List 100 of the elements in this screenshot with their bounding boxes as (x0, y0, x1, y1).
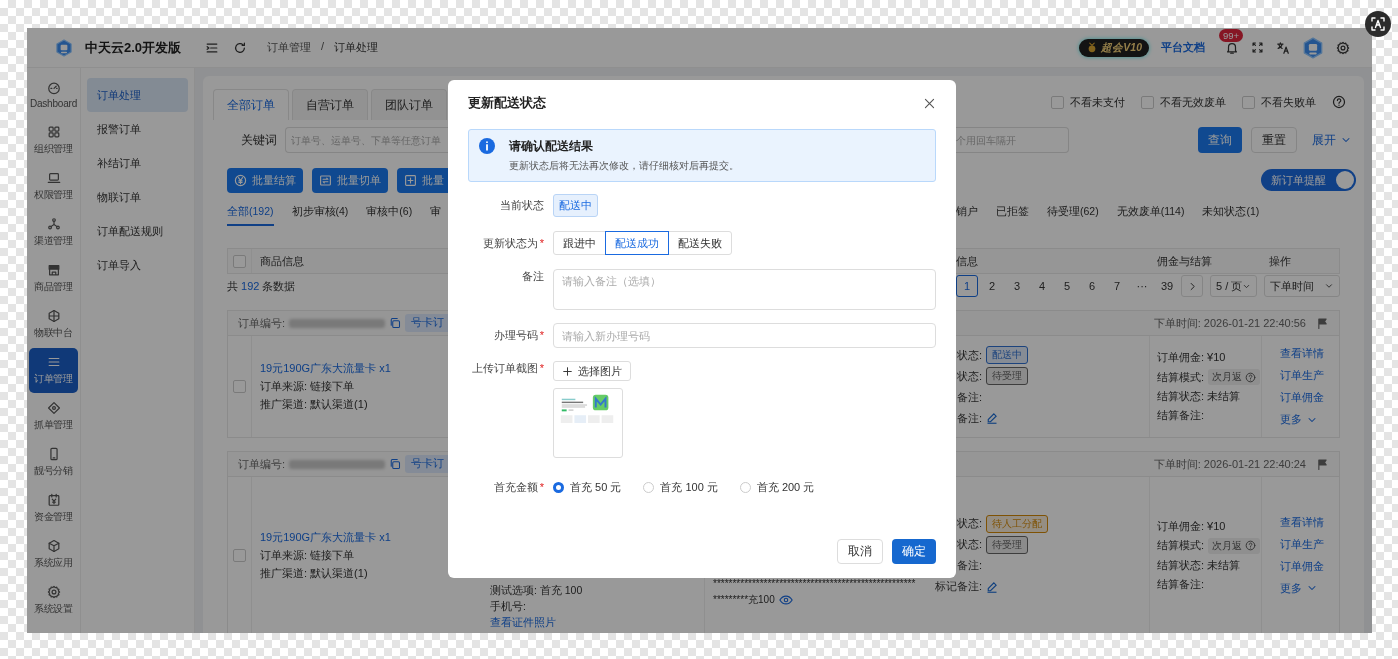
reset-button[interactable]: 重置 (1251, 127, 1297, 153)
menu-icon[interactable] (205, 40, 219, 55)
status-option-button[interactable]: 配送失败 (668, 231, 732, 255)
rail-item[interactable]: Dashboard (29, 72, 78, 117)
filter-checkbox[interactable]: 不看无效废单 (1141, 94, 1226, 110)
breadcrumb-item[interactable]: 订单处理 (334, 40, 379, 55)
rail-item[interactable]: 订单管理 (29, 348, 78, 393)
page-button[interactable]: 4 (1031, 275, 1053, 297)
filter-checkbox[interactable]: 不看失败单 (1242, 94, 1316, 110)
rail-item[interactable]: 系统应用 (29, 532, 78, 577)
edit-icon[interactable] (986, 580, 998, 593)
action-link[interactable]: 订单佣金 (1280, 390, 1339, 405)
more-link[interactable]: 更多 (1280, 412, 1339, 427)
order-type-tab[interactable]: 全部订单 (213, 89, 289, 120)
settlement-mode-tag: 次月返 (1208, 537, 1261, 554)
status-tab[interactable]: 审 (430, 200, 442, 226)
submenu-item[interactable]: 订单导入 (87, 248, 188, 282)
status-tab[interactable]: 初步审核(4) (291, 200, 349, 226)
flag-icon[interactable] (1316, 316, 1329, 330)
order-type-tab[interactable]: 自营订单 (292, 89, 368, 120)
more-link[interactable]: 更多 (1280, 580, 1339, 596)
radio-circle[interactable] (553, 482, 564, 493)
bulk-action-button[interactable]: 批量切单 (312, 167, 388, 193)
product-link[interactable]: 19元190G广东大流量卡 x1 (260, 361, 391, 376)
screenshot-thumbnail[interactable] (553, 388, 623, 458)
status-tab[interactable]: 审核中(6) (366, 200, 413, 226)
checkbox[interactable] (233, 548, 246, 562)
breadcrumb-item[interactable]: 订单管理 (267, 40, 311, 55)
radio-option[interactable]: 首充 50 元 (553, 480, 622, 495)
rail-item[interactable]: 渠道管理 (29, 210, 78, 255)
cancel-button[interactable]: 取消 (837, 539, 883, 564)
action-link[interactable]: 订单佣金 (1280, 558, 1339, 574)
rail-item[interactable]: 商品管理 (29, 256, 78, 301)
refresh-icon[interactable] (233, 40, 247, 55)
rail-item[interactable]: 抓单管理 (29, 394, 78, 439)
radio-option[interactable]: 首充 200 元 (739, 480, 815, 495)
submenu-item[interactable]: 物联订单 (87, 180, 188, 214)
choose-image-button[interactable]: 选择图片 (553, 361, 631, 381)
toggle-switch[interactable]: 新订单提醒 (1261, 169, 1356, 191)
bulk-action-button[interactable]: 批量 (397, 167, 448, 193)
page-button[interactable]: 7 (1106, 275, 1128, 297)
status-tab[interactable]: 全部(192) (227, 200, 274, 226)
page-button[interactable]: 2 (981, 275, 1003, 297)
action-link[interactable]: 查看详情 (1280, 514, 1339, 530)
page-size-select[interactable]: 5 / 页 (1210, 275, 1258, 297)
status-tab[interactable]: 待受理(62) (1047, 200, 1099, 226)
copy-icon[interactable] (389, 458, 401, 470)
status-tab[interactable]: 未知状态(1) (1202, 200, 1260, 226)
fullscreen-icon[interactable] (1251, 41, 1264, 54)
status-tab[interactable]: 无效废单(114) (1116, 200, 1185, 226)
rail-item[interactable]: 资金管理 (29, 486, 78, 531)
text-scan-button[interactable] (1365, 11, 1391, 37)
product-link[interactable]: 19元190G广东大流量卡 x1 (260, 529, 391, 545)
submenu-item[interactable]: 订单处理 (87, 78, 188, 112)
id-photo-link[interactable]: 查看证件照片 (490, 614, 704, 630)
edit-icon[interactable] (986, 412, 998, 424)
submenu-item[interactable]: 订单配送规则 (87, 214, 188, 248)
confirm-button[interactable]: 确定 (892, 539, 936, 564)
order-type-tab[interactable]: 团队订单 (371, 89, 447, 120)
translate-icon[interactable] (1276, 40, 1290, 55)
submenu-item[interactable]: 报警订单 (87, 112, 188, 146)
status-tab[interactable]: 销户 (956, 200, 978, 226)
query-button[interactable]: 查询 (1198, 127, 1242, 153)
checkbox[interactable] (1051, 95, 1064, 109)
number-field[interactable]: 请输入新办理号码 (553, 323, 936, 348)
status-tab[interactable]: 已拒签 (996, 200, 1029, 226)
rail-item[interactable]: 系统设置 (29, 578, 78, 623)
submenu-item[interactable]: 补结订单 (87, 146, 188, 180)
copy-icon[interactable] (389, 317, 401, 329)
bell-icon[interactable] (1225, 40, 1239, 55)
checkbox[interactable] (1242, 95, 1255, 109)
expand-link[interactable]: 展开 (1312, 132, 1352, 148)
rail-item[interactable]: 权限管理 (29, 164, 78, 209)
rail-item[interactable]: 组织管理 (29, 118, 78, 163)
action-link[interactable]: 订单生产 (1280, 536, 1339, 552)
page-button[interactable]: 3 (1006, 275, 1028, 297)
settings-icon[interactable] (1336, 40, 1350, 55)
rail-item[interactable]: 物联中台 (29, 302, 78, 347)
checkbox[interactable] (233, 380, 246, 393)
avatar-icon[interactable] (1302, 36, 1324, 59)
rail-item[interactable]: 靓号分销 (29, 440, 78, 485)
sort-select[interactable]: 下单时间 (1264, 275, 1340, 297)
status-option-button[interactable]: 配送成功 (605, 231, 669, 255)
radio-option[interactable]: 首充 100 元 (643, 480, 718, 495)
page-button[interactable]: 6 (1081, 275, 1103, 297)
status-option-button[interactable]: 跟进中 (553, 231, 606, 255)
close-button[interactable] (923, 96, 936, 110)
action-link[interactable]: 订单生产 (1280, 368, 1339, 383)
checkbox[interactable] (1141, 95, 1154, 109)
page-button[interactable]: 39 (1156, 275, 1178, 297)
page-button[interactable]: 5 (1056, 275, 1078, 297)
flag-icon[interactable] (1316, 457, 1329, 471)
remark-field[interactable]: 请输入备注（选填） (553, 269, 936, 310)
checkbox[interactable] (233, 254, 246, 268)
action-link[interactable]: 查看详情 (1280, 346, 1339, 361)
bulk-action-button[interactable]: 批量结算 (227, 167, 303, 193)
docs-link[interactable]: 平台文档 (1161, 40, 1205, 55)
help-icon[interactable] (1332, 95, 1346, 109)
filter-checkbox[interactable]: 不看未支付 (1051, 94, 1125, 110)
eye-icon[interactable] (778, 595, 793, 605)
